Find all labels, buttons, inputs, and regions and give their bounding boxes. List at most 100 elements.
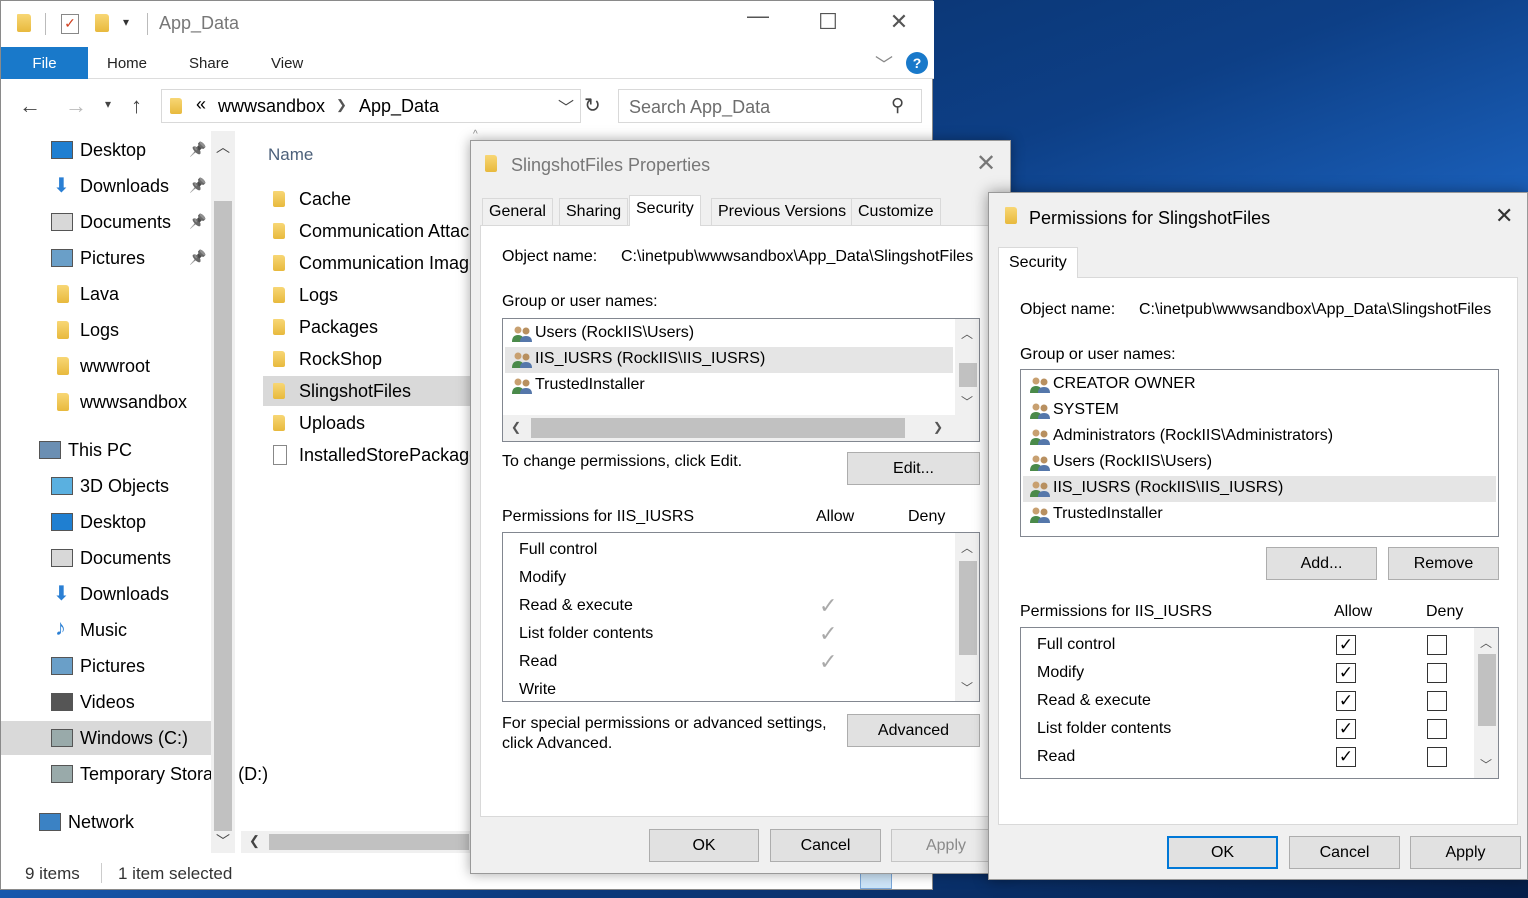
allow-checkbox[interactable]: ✓ — [1336, 747, 1356, 767]
remove-button[interactable]: Remove — [1388, 547, 1499, 580]
scrollbar-thumb[interactable] — [959, 561, 977, 655]
apply-button[interactable]: Apply — [891, 829, 1001, 862]
file-list-item[interactable]: Packages — [263, 312, 473, 342]
sidebar-item-this-pc[interactable]: This PC — [1, 433, 211, 467]
sidebar-item-documents[interactable]: Documents — [1, 541, 211, 575]
cancel-button[interactable]: Cancel — [770, 829, 881, 862]
user-list-item[interactable]: TrustedInstaller — [1023, 502, 1496, 528]
tab-sharing[interactable]: Sharing — [559, 198, 629, 225]
deny-checkbox[interactable] — [1427, 663, 1447, 683]
permissions-scrollbar[interactable]: ︿ ﹀ — [955, 533, 979, 701]
back-button[interactable]: ← — [19, 93, 41, 119]
user-list-hscrollbar[interactable]: ❮ ❯ — [503, 415, 979, 441]
user-list-item[interactable]: Users (RockIIS\Users) — [505, 321, 953, 347]
scroll-down-icon[interactable]: ﹀ — [958, 393, 976, 410]
scroll-down-icon[interactable]: ﹀ — [958, 679, 976, 696]
properties-icon[interactable]: ✓ — [61, 14, 79, 34]
file-list-item[interactable]: SlingshotFiles — [263, 376, 473, 406]
user-list[interactable]: Users (RockIIS\Users) IIS_IUSRS (RockIIS\… — [502, 318, 980, 442]
close-button[interactable]: ✕ — [976, 149, 996, 178]
nav-scrollbar-thumb[interactable] — [214, 201, 232, 831]
user-list-item[interactable]: CREATOR OWNER — [1023, 372, 1496, 398]
tab-previous-versions[interactable]: Previous Versions — [711, 198, 854, 225]
deny-checkbox[interactable] — [1427, 747, 1447, 767]
scrollbar-thumb[interactable] — [1478, 654, 1496, 726]
address-dropdown-icon[interactable]: ﹀ — [558, 94, 574, 118]
deny-checkbox[interactable] — [1427, 635, 1447, 655]
deny-checkbox[interactable] — [1427, 719, 1447, 739]
edit-button[interactable]: Edit... — [847, 452, 980, 485]
recent-locations-icon[interactable]: ▾ — [105, 97, 111, 111]
tab-security[interactable]: Security — [629, 195, 701, 226]
scroll-right-icon[interactable]: ❯ — [929, 420, 947, 434]
file-list-item[interactable]: Communication Images — [263, 248, 473, 278]
file-list-item[interactable]: Cache — [263, 184, 473, 214]
address-overflow[interactable]: « — [196, 94, 206, 115]
sidebar-item-music[interactable]: ♪ Music — [1, 613, 211, 647]
scroll-up-icon[interactable]: ︿ — [958, 539, 976, 556]
sidebar-item-pictures[interactable]: Pictures — [1, 649, 211, 683]
user-list-item[interactable]: Users (RockIIS\Users) — [1023, 450, 1496, 476]
sidebar-item-lava[interactable]: Lava — [1, 277, 211, 311]
allow-checkbox[interactable]: ✓ — [1336, 719, 1356, 739]
add-button[interactable]: Add... — [1266, 547, 1377, 580]
breadcrumb-wwwsandbox[interactable]: wwwsandbox — [218, 96, 325, 117]
sidebar-item-logs[interactable]: Logs — [1, 313, 211, 347]
user-list-item[interactable]: IIS_IUSRS (RockIIS\IIS_IUSRS) — [505, 347, 953, 373]
close-button[interactable]: ✕ — [1495, 203, 1513, 229]
deny-checkbox[interactable] — [1427, 691, 1447, 711]
sidebar-item-documents[interactable]: Documents 📌 — [1, 205, 211, 239]
scroll-up-icon[interactable]: ︿ — [958, 325, 976, 342]
scrollbar-thumb[interactable] — [959, 363, 977, 387]
sidebar-item-3d-objects[interactable]: 3D Objects — [1, 469, 211, 503]
advanced-button[interactable]: Advanced — [847, 714, 980, 747]
refresh-icon[interactable]: ↻ — [584, 93, 601, 118]
tab-security[interactable]: Security — [998, 247, 1078, 278]
file-list-item[interactable]: InstalledStorePackages.json — [263, 440, 473, 470]
tab-general[interactable]: General — [482, 198, 553, 225]
sidebar-item-desktop[interactable]: Desktop — [1, 505, 211, 539]
cancel-button[interactable]: Cancel — [1289, 836, 1400, 869]
tab-view[interactable]: View — [271, 55, 303, 72]
sidebar-item-temporary-storage-d[interactable]: Temporary Storage (D:) — [1, 757, 268, 791]
allow-checkbox[interactable]: ✓ — [1336, 663, 1356, 683]
tab-file[interactable]: File — [1, 47, 88, 79]
scroll-down-icon[interactable]: ﹀ — [216, 831, 230, 851]
tab-customize[interactable]: Customize — [851, 198, 941, 225]
user-list-scrollbar[interactable]: ︿ ﹀ — [955, 319, 979, 415]
allow-checkbox[interactable]: ✓ — [1336, 635, 1356, 655]
user-list-item[interactable]: SYSTEM — [1023, 398, 1496, 424]
scroll-down-icon[interactable]: ﹀ — [1477, 756, 1495, 773]
customize-quick-access-icon[interactable]: ▾ — [123, 15, 129, 29]
user-list-item[interactable]: IIS_IUSRS (RockIIS\IIS_IUSRS) — [1023, 476, 1496, 502]
user-list-item[interactable]: Administrators (RockIIS\Administrators) — [1023, 424, 1496, 450]
sidebar-item-wwwroot[interactable]: wwwroot — [1, 349, 211, 383]
scrollbar-thumb[interactable] — [531, 418, 905, 438]
file-list-item[interactable]: Uploads — [263, 408, 473, 438]
maximize-button[interactable]: ☐ — [808, 9, 848, 35]
file-list-item[interactable]: Communication Attachments — [263, 216, 473, 246]
apply-button[interactable]: Apply — [1410, 836, 1521, 869]
user-list[interactable]: CREATOR OWNER SYSTEM Administrators (RockI… — [1020, 369, 1499, 537]
ok-button[interactable]: OK — [1167, 836, 1278, 869]
sidebar-item-videos[interactable]: Videos — [1, 685, 211, 719]
scroll-left-icon[interactable]: ❮ — [507, 420, 525, 434]
help-icon[interactable]: ? — [906, 52, 928, 74]
scroll-up-icon[interactable]: ︿ — [216, 137, 230, 157]
sidebar-item-downloads[interactable]: ⬇ Downloads — [1, 577, 211, 611]
permissions-scrollbar[interactable]: ︿ ﹀ — [1474, 628, 1498, 778]
close-button[interactable]: ✕ — [879, 9, 919, 35]
column-header-name[interactable]: Name — [268, 145, 313, 165]
breadcrumb-app-data[interactable]: App_Data — [359, 96, 439, 117]
sidebar-item-wwwsandbox[interactable]: wwwsandbox — [1, 385, 211, 419]
search-input[interactable]: Search App_Data ⚲ — [618, 89, 922, 123]
allow-checkbox[interactable]: ✓ — [1336, 691, 1356, 711]
sidebar-item-desktop[interactable]: Desktop 📌 — [1, 133, 211, 167]
up-button[interactable]: ↑ — [131, 93, 142, 119]
ok-button[interactable]: OK — [649, 829, 759, 862]
sidebar-item-pictures[interactable]: Pictures 📌 — [1, 241, 211, 275]
sidebar-item-downloads[interactable]: ⬇ Downloads 📌 — [1, 169, 211, 203]
file-list-item[interactable]: Logs — [263, 280, 473, 310]
sidebar-item-windows-c[interactable]: Windows (C:) — [1, 721, 211, 755]
minimize-button[interactable]: — — [738, 3, 778, 29]
